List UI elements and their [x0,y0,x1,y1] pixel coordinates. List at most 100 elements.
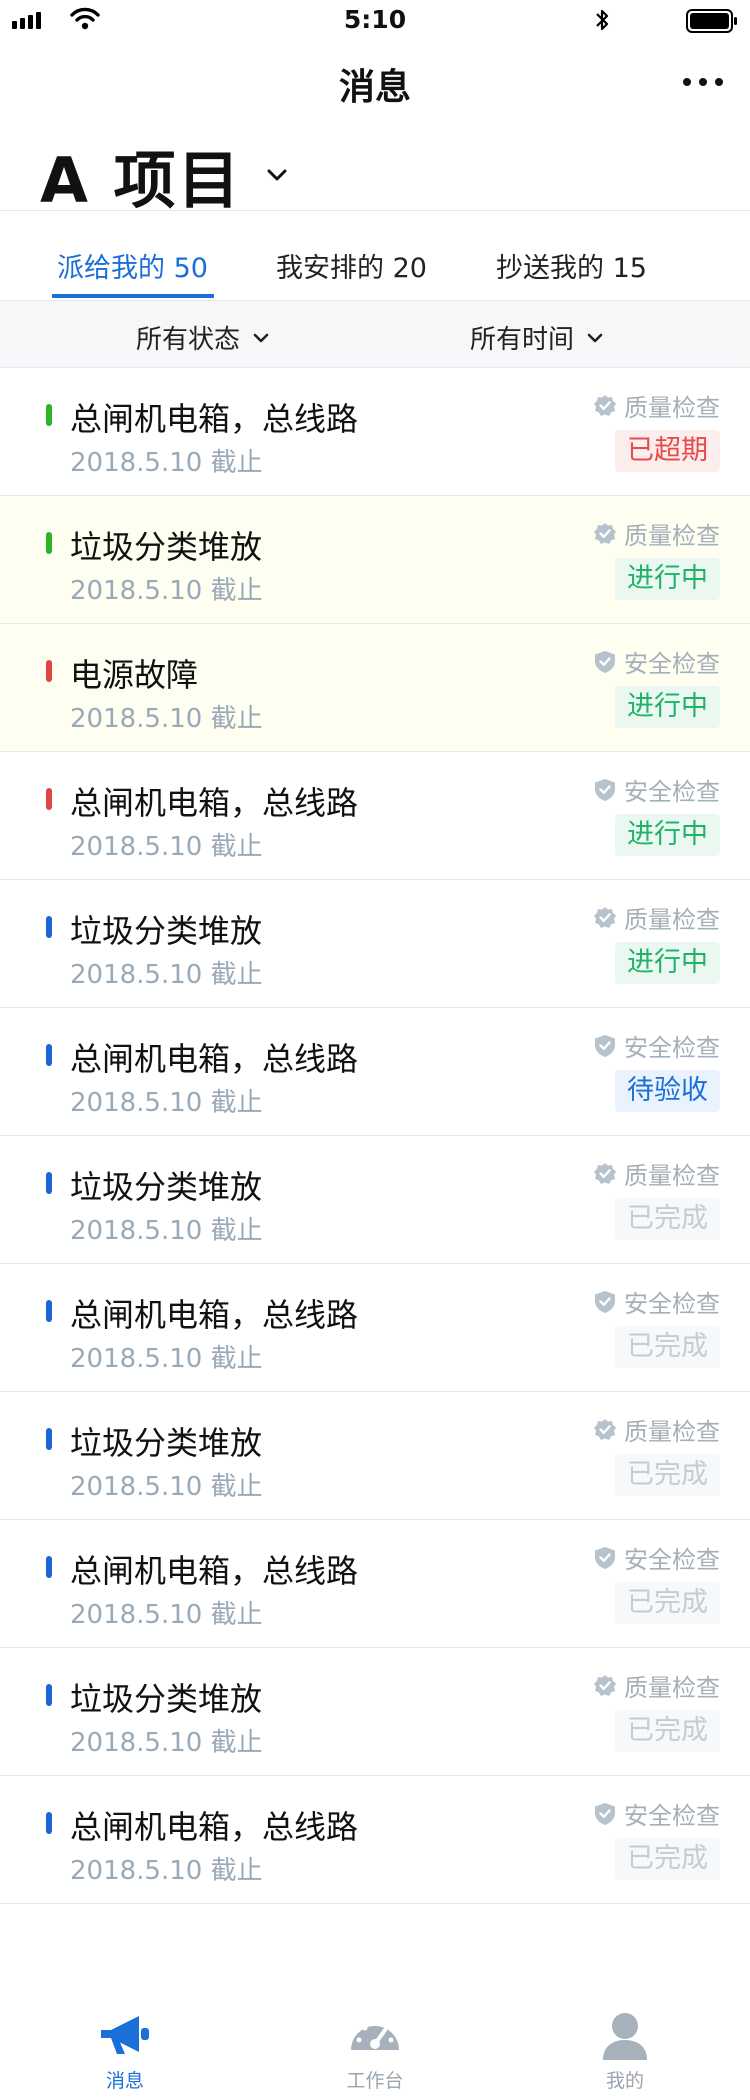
task-title: 总闸机电箱，总线路 [70,784,359,822]
task-category: 质量检查 [592,900,720,935]
task-title: 垃圾分类堆放 [70,1168,263,1206]
list-item[interactable]: 垃圾分类堆放 2018.5.10 截止 质量检查 已完成 [0,1648,750,1776]
status-bar: 5:10 [0,0,750,40]
list-item[interactable]: 总闸机电箱，总线路 2018.5.10 截止 安全检查 已完成 [0,1264,750,1392]
status-badge: 已完成 [615,1838,720,1880]
list-item[interactable]: 总闸机电箱，总线路 2018.5.10 截止 质量检查 已超期 [0,368,750,496]
check-badge-icon [594,1162,616,1184]
task-category: 安全检查 [592,1284,720,1319]
page-title: 消息 [338,67,411,108]
task-category-label: 质量检查 [624,906,720,934]
active-tab-indicator [52,294,214,298]
priority-indicator [46,1044,52,1066]
task-deadline: 2018.5.10 截止 [70,832,263,862]
time-filter[interactable]: 所有时间 [470,319,604,356]
task-category: 安全检查 [592,1796,720,1831]
task-title: 垃圾分类堆放 [70,912,263,950]
tabbar-label-workbench: 工作台 [346,2070,404,2092]
priority-indicator [46,1172,52,1194]
task-category: 安全检查 [592,1028,720,1063]
task-deadline: 2018.5.10 截止 [70,1728,263,1758]
task-category-label: 质量检查 [624,1162,720,1190]
list-item[interactable]: 垃圾分类堆放 2018.5.10 截止 质量检查 已完成 [0,1392,750,1520]
list-item[interactable]: 总闸机电箱，总线路 2018.5.10 截止 安全检查 进行中 [0,752,750,880]
task-title: 总闸机电箱，总线路 [70,1296,359,1334]
task-category: 质量检查 [592,1412,720,1447]
status-filter-label: 所有状态 [136,325,241,355]
task-category-label: 质量检查 [624,1674,720,1702]
status-badge: 待验收 [615,1070,720,1112]
shield-icon [595,1290,615,1313]
status-badge: 已完成 [615,1454,720,1496]
priority-indicator [46,660,52,682]
time-filter-label: 所有时间 [470,325,575,355]
tab-cc-to-me[interactable]: 抄送我的 15 [496,246,647,285]
tab-bar-top: 派给我的 50 我安排的 20 抄送我的 15 [0,212,750,300]
status-badge: 进行中 [615,942,720,984]
task-title: 垃圾分类堆放 [70,1680,263,1718]
tabbar-item-profile[interactable]: 我的 [565,2010,685,2093]
tab-arranged-by-me[interactable]: 我安排的 20 [276,246,427,285]
task-title: 电源故障 [70,656,199,694]
shield-icon [595,650,615,673]
priority-indicator [46,1812,52,1834]
task-deadline: 2018.5.10 截止 [70,576,263,606]
task-category-label: 安全检查 [624,1034,720,1062]
task-category-label: 安全检查 [624,1546,720,1574]
status-time: 5:10 [343,5,407,34]
priority-indicator [46,1300,52,1322]
chevron-down-icon [267,169,287,181]
task-deadline: 2018.5.10 截止 [70,704,263,734]
tabbar-label-messages: 消息 [105,2070,144,2092]
check-badge-icon [594,1674,616,1696]
task-title: 垃圾分类堆放 [70,528,263,566]
list-item[interactable]: 总闸机电箱，总线路 2018.5.10 截止 安全检查 待验收 [0,1008,750,1136]
project-name: A 项目 [40,144,242,217]
priority-indicator [46,916,52,938]
task-category-label: 安全检查 [624,1802,720,1830]
task-category-label: 安全检查 [624,778,720,806]
list-item[interactable]: 电源故障 2018.5.10 截止 安全检查 进行中 [0,624,750,752]
shield-icon [595,1546,615,1569]
priority-indicator [46,404,52,426]
check-badge-icon [594,522,616,544]
list-item[interactable]: 总闸机电箱，总线路 2018.5.10 截止 安全检查 已完成 [0,1520,750,1648]
task-list: 总闸机电箱，总线路 2018.5.10 截止 质量检查 已超期 垃圾分类堆放 2018.5… [0,368,750,1904]
more-options-icon[interactable] [683,78,723,86]
task-title: 总闸机电箱，总线路 [70,400,359,438]
dashboard-gauge-icon [351,2020,399,2050]
task-category: 安全检查 [592,772,720,807]
check-badge-icon [594,1418,616,1440]
task-deadline: 2018.5.10 截止 [70,1088,263,1118]
task-deadline: 2018.5.10 截止 [70,448,263,478]
task-category: 质量检查 [592,388,720,423]
shield-icon [595,778,615,801]
check-badge-icon [594,394,616,416]
list-item[interactable]: 垃圾分类堆放 2018.5.10 截止 质量检查 进行中 [0,880,750,1008]
status-filter[interactable]: 所有状态 [136,319,270,356]
task-deadline: 2018.5.10 截止 [70,1856,263,1886]
task-category: 质量检查 [592,516,720,551]
task-category-label: 安全检查 [624,1290,720,1318]
task-deadline: 2018.5.10 截止 [70,1344,263,1374]
status-badge: 进行中 [615,558,720,600]
chevron-down-icon [253,333,269,342]
user-profile-icon [603,2013,647,2060]
status-badge: 已完成 [615,1198,720,1240]
list-item[interactable]: 垃圾分类堆放 2018.5.10 截止 质量检查已完成 [0,1136,750,1264]
tabbar-item-workbench[interactable]: 工作台 [315,2010,435,2093]
list-item[interactable]: 垃圾分类堆放 2018.5.10 截止 质量检查进行中 [0,496,750,624]
task-category: 安全检查 [592,1540,720,1575]
tab-assigned-to-me[interactable]: 派给我的 50 [57,246,208,285]
task-deadline: 2018.5.10 截止 [70,1216,263,1246]
bottom-tab-bar: 消息 工作台 我的 [0,2000,750,2100]
status-badge: 已完成 [615,1582,720,1624]
check-badge-icon [594,906,616,928]
project-selector[interactable]: A 项目 [40,130,288,220]
tabbar-item-messages[interactable]: 消息 [65,2010,185,2093]
filter-bar: 所有状态 所有时间 [0,300,750,368]
priority-indicator [46,532,52,554]
status-badge: 进行中 [615,686,720,728]
megaphone-icon [101,2016,149,2054]
list-item[interactable]: 总闸机电箱，总线路 2018.5.10 截止 安全检查 已完成 [0,1776,750,1904]
